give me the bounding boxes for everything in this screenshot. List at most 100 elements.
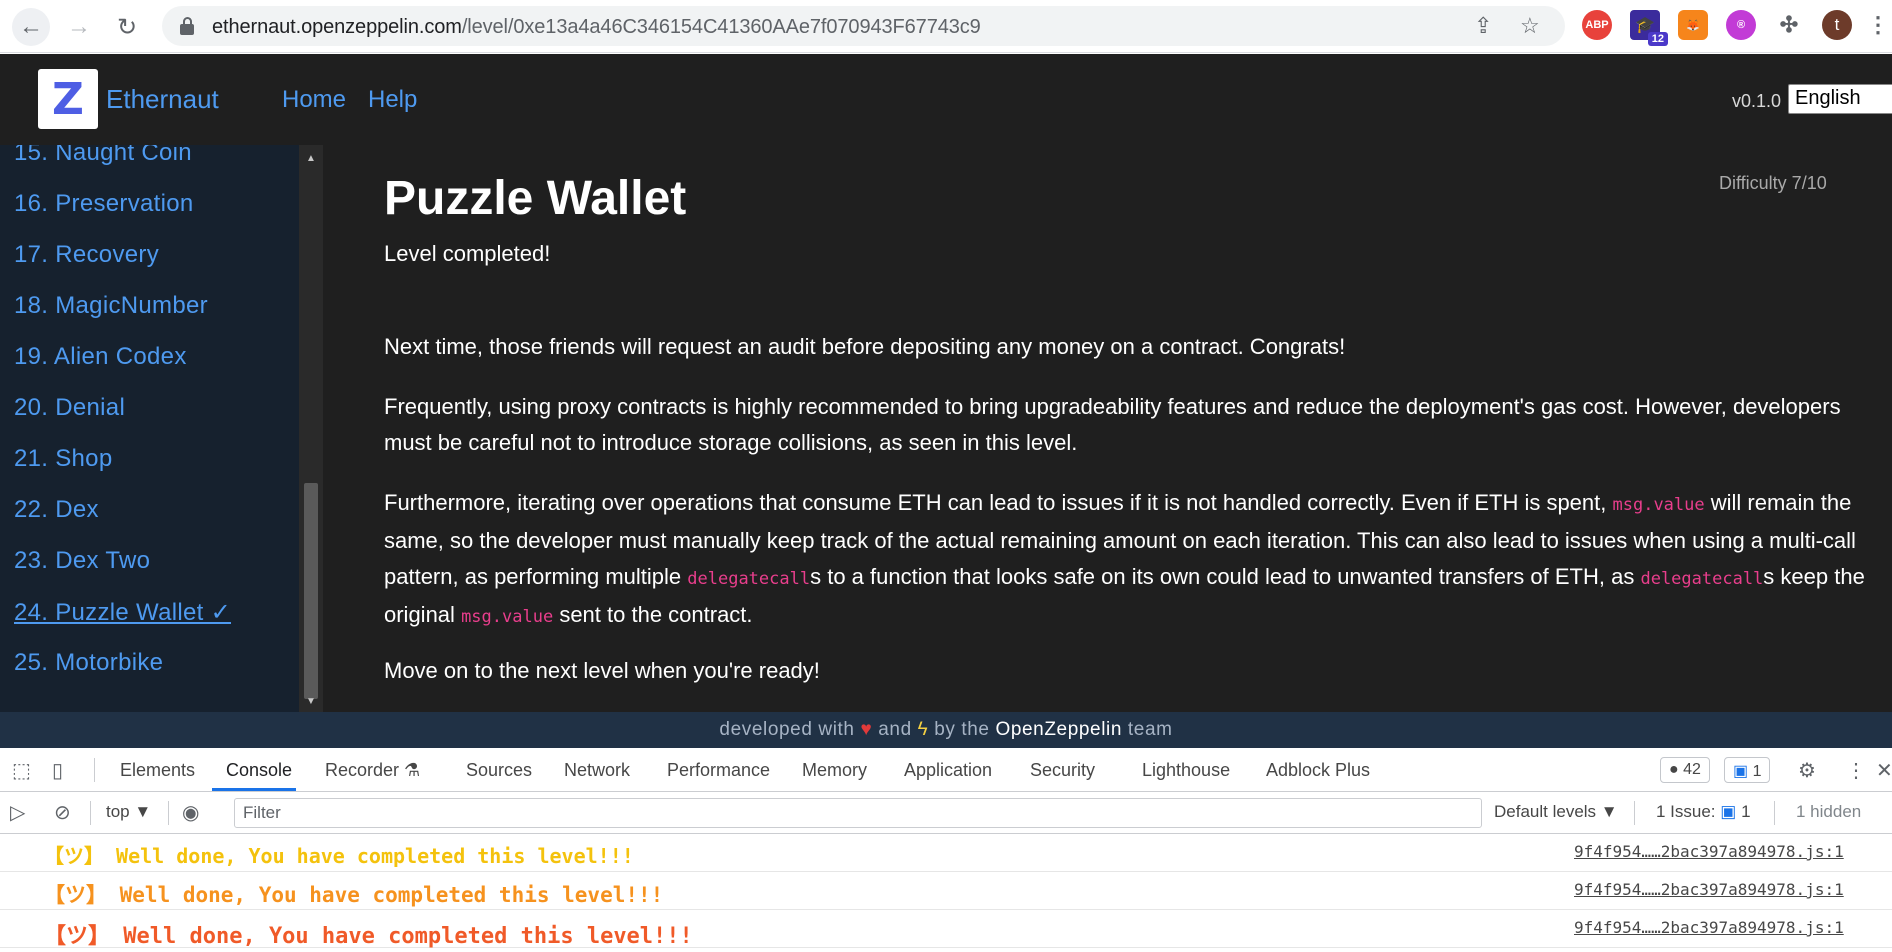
console-filter-bar: ▷ ⊘ top ▼ ◉ Filter Default levels ▼ 1 Is… — [0, 792, 1892, 834]
sidebar-item-level-15[interactable]: 15. Naught Coin — [14, 145, 192, 167]
device-toolbar-icon[interactable]: ▯ — [52, 758, 63, 783]
tab-console[interactable]: Console — [226, 760, 292, 781]
site-footer: developed with ♥ and ϟ by the OpenZeppel… — [0, 712, 1892, 748]
openzeppelin-logo[interactable]: Z — [38, 69, 98, 129]
language-select[interactable]: English — [1788, 84, 1892, 114]
devtools-tab-bar: ⬚ ▯ Elements Console Recorder ⚗ Sources … — [0, 748, 1892, 792]
devtools-panel: ⬚ ▯ Elements Console Recorder ⚗ Sources … — [0, 748, 1892, 952]
level-list-sidebar: 15. Naught Coin 16. Preservation 17. Rec… — [0, 145, 299, 712]
tab-sources[interactable]: Sources — [466, 760, 532, 781]
console-source-link[interactable]: 9f4f954……2bac397a894978.js:1 — [1574, 918, 1844, 937]
extension-badge: 12 — [1647, 32, 1668, 46]
code-msg-value: msg.value — [1612, 495, 1705, 515]
live-expression-eye-icon[interactable]: ◉ — [182, 800, 199, 825]
context-selector[interactable]: top ▼ — [106, 802, 151, 822]
code-delegatecall: delegatecall — [687, 569, 811, 589]
arrow-left-icon: ← — [19, 13, 43, 40]
metamask-fox-icon[interactable]: 🦊 — [1678, 10, 1708, 40]
settings-gear-icon[interactable]: ⚙ — [1798, 758, 1816, 783]
version-label: v0.1.0 — [1732, 91, 1782, 111]
console-source-link[interactable]: 9f4f954……2bac397a894978.js:1 — [1574, 842, 1844, 861]
browser-toolbar: ← → ↻ ethernaut.openzeppelin.com/level/0… — [0, 0, 1892, 53]
active-tab-indicator — [212, 788, 296, 791]
heart-icon: ♥ — [860, 719, 873, 740]
tab-adblock-plus[interactable]: Adblock Plus — [1266, 760, 1370, 781]
nav-help-link[interactable]: Help — [368, 86, 417, 114]
console-filter-input[interactable]: Filter — [234, 798, 1482, 828]
sidebar-item-level-18[interactable]: 18. MagicNumber — [14, 292, 208, 320]
flask-icon: ⚗ — [404, 760, 421, 780]
console-log-line: 【ツ】 Well done, You have completed this l… — [0, 834, 1892, 872]
sidebar-item-level-17[interactable]: 17. Recovery — [14, 241, 159, 269]
inspect-element-icon[interactable]: ⬚ — [12, 758, 31, 783]
tab-recorder[interactable]: Recorder ⚗ — [325, 760, 420, 781]
graduation-cap-extension-icon[interactable]: 🎓 12 — [1630, 10, 1668, 46]
level-completed-status: Level completed! — [384, 241, 551, 266]
log-levels-dropdown[interactable]: Default levels ▼ — [1494, 802, 1618, 822]
hidden-messages-count: 1 hidden — [1796, 802, 1862, 821]
messages-counter[interactable]: ▣ 1 — [1724, 757, 1771, 783]
browser-menu-icon[interactable]: ⋮ — [1867, 10, 1889, 40]
sidebar-item-level-16[interactable]: 16. Preservation — [14, 190, 194, 218]
clear-console-icon[interactable]: ⊘ — [54, 800, 71, 825]
reload-button[interactable]: ↻ — [108, 8, 146, 46]
sidebar-item-level-25[interactable]: 25. Motorbike — [14, 649, 163, 677]
sidebar-item-level-21[interactable]: 21. Shop — [14, 445, 112, 473]
tab-network[interactable]: Network — [564, 760, 630, 781]
tab-application[interactable]: Application — [904, 760, 992, 781]
dropdown-arrow-icon: ▼ — [1600, 802, 1618, 821]
code-delegatecall: delegatecall — [1640, 569, 1764, 589]
scroll-thumb[interactable] — [304, 483, 318, 699]
console-log-line: 【ツ】 Well done, You have completed this l… — [0, 910, 1892, 949]
sidebar-toggle-icon[interactable]: ▷ — [10, 800, 25, 825]
forward-button[interactable]: → — [60, 8, 98, 46]
extensions-puzzle-icon[interactable]: ✣ — [1774, 10, 1804, 40]
error-dot-icon: ● — [1669, 761, 1679, 778]
console-log-line: 【ツ】 Well done, You have completed this l… — [0, 872, 1892, 910]
paragraph-congrats: Next time, those friends will request an… — [384, 334, 1346, 359]
share-icon[interactable]: ⇪ — [1474, 13, 1492, 39]
url-text[interactable]: ethernaut.openzeppelin.com/level/0xe13a4… — [212, 16, 981, 39]
scroll-down-arrow-icon[interactable]: ▼ — [299, 692, 323, 710]
sidebar-scrollbar[interactable]: ▲ ▼ — [299, 145, 323, 712]
tab-security[interactable]: Security — [1030, 760, 1095, 781]
brand-link[interactable]: Ethernaut — [106, 84, 219, 115]
back-button[interactable]: ← — [12, 8, 50, 46]
sidebar-item-level-23[interactable]: 23. Dex Two — [14, 547, 150, 575]
tab-memory[interactable]: Memory — [802, 760, 867, 781]
sidebar-item-level-20[interactable]: 20. Denial — [14, 394, 125, 422]
tab-lighthouse[interactable]: Lighthouse — [1142, 760, 1230, 781]
profile-avatar[interactable]: t — [1822, 10, 1852, 40]
errors-counter[interactable]: ● 42 — [1660, 757, 1710, 783]
sidebar-item-level-24-active[interactable]: 24. Puzzle Wallet ✓ — [14, 598, 231, 627]
lightning-bolt-icon: ϟ — [917, 719, 929, 740]
issues-button[interactable]: 1 Issue: ▣ 1 — [1656, 802, 1751, 822]
paragraph-eth-iteration: Furthermore, iterating over operations t… — [384, 490, 1865, 627]
console-message: 【ツ】 Well done, You have completed this l… — [44, 883, 664, 907]
extension-circle-icon[interactable]: ® — [1726, 10, 1756, 40]
paragraph-proxy: Frequently, using proxy contracts is hig… — [384, 394, 1841, 455]
level-title: Puzzle Wallet — [384, 172, 687, 225]
address-bar[interactable]: ethernaut.openzeppelin.com/level/0xe13a4… — [162, 6, 1565, 46]
sidebar-item-level-19[interactable]: 19. Alien Codex — [14, 343, 187, 371]
issue-icon: ▣ — [1720, 802, 1737, 821]
console-message: 【ツ】 Well done, You have completed this l… — [44, 924, 693, 949]
tab-performance[interactable]: Performance — [667, 760, 770, 781]
console-source-link[interactable]: 9f4f954……2bac397a894978.js:1 — [1574, 880, 1844, 899]
bookmark-star-icon[interactable]: ☆ — [1520, 13, 1540, 39]
nav-home-link[interactable]: Home — [282, 86, 346, 114]
tab-elements[interactable]: Elements — [120, 760, 195, 781]
adblock-plus-extension-icon[interactable]: ABP — [1582, 10, 1612, 40]
close-devtools-icon[interactable]: ✕ — [1876, 758, 1892, 783]
lock-icon[interactable] — [180, 17, 194, 35]
openzeppelin-link[interactable]: OpenZeppelin — [995, 719, 1122, 740]
scroll-up-arrow-icon[interactable]: ▲ — [299, 149, 323, 167]
arrow-right-icon: → — [67, 13, 91, 40]
sidebar-item-level-22[interactable]: 22. Dex — [14, 496, 99, 524]
url-host: ethernaut.openzeppelin.com — [212, 16, 462, 38]
code-msg-value: msg.value — [461, 607, 554, 627]
url-path: /level/0xe13a4a46C346154C41360AAe7f07094… — [461, 16, 981, 38]
console-message: 【ツ】 Well done, You have completed this l… — [44, 844, 634, 868]
difficulty-label: Difficulty 7/10 — [1719, 173, 1827, 193]
devtools-menu-icon[interactable]: ⋮ — [1846, 758, 1866, 783]
